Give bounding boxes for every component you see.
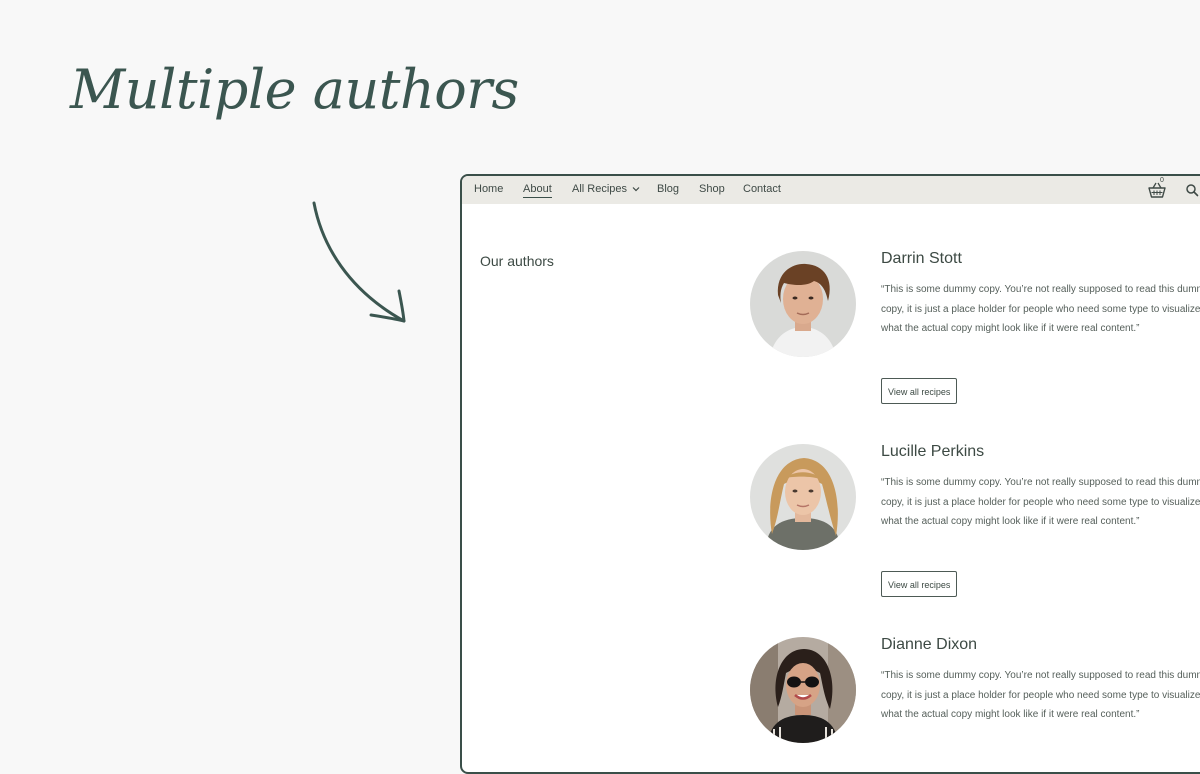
view-all-recipes-button[interactable]: View all recipes [881, 571, 958, 597]
nav-contact[interactable]: Contact [743, 183, 781, 195]
author-name: Lucille Perkins [881, 443, 985, 460]
author-bio: “This is some dummy copy. You’re not rea… [881, 670, 1200, 720]
headline: Multiple authors [70, 58, 519, 121]
browser-window: Home About All Recipes Blog Shop Contact… [460, 174, 1200, 774]
search-icon[interactable] [1185, 183, 1199, 197]
view-all-recipes-button[interactable]: View all recipes [881, 378, 958, 404]
avatar [750, 251, 856, 357]
avatar [750, 637, 856, 743]
nav-home[interactable]: Home [474, 183, 503, 195]
nav-about[interactable]: About [523, 183, 552, 198]
section-title: Our authors [480, 253, 554, 269]
arrow-icon [312, 201, 406, 323]
nav-blog[interactable]: Blog [657, 183, 679, 195]
author-name: Dianne Dixon [881, 636, 978, 653]
navbar: Home About All Recipes Blog Shop Contact… [462, 176, 1200, 204]
basket-icon[interactable] [1147, 180, 1167, 200]
author-bio: “This is some dummy copy. You’re not rea… [881, 284, 1200, 334]
nav-all-recipes-label: All Recipes [572, 183, 628, 195]
nav-all-recipes[interactable]: All Recipes [572, 183, 640, 195]
cart-count: 0 [1160, 177, 1164, 184]
author-name: Darrin Stott [881, 250, 962, 267]
nav-shop[interactable]: Shop [699, 183, 725, 195]
avatar [750, 444, 856, 550]
chevron-down-icon [632, 187, 640, 192]
author-bio: “This is some dummy copy. You’re not rea… [881, 477, 1200, 527]
